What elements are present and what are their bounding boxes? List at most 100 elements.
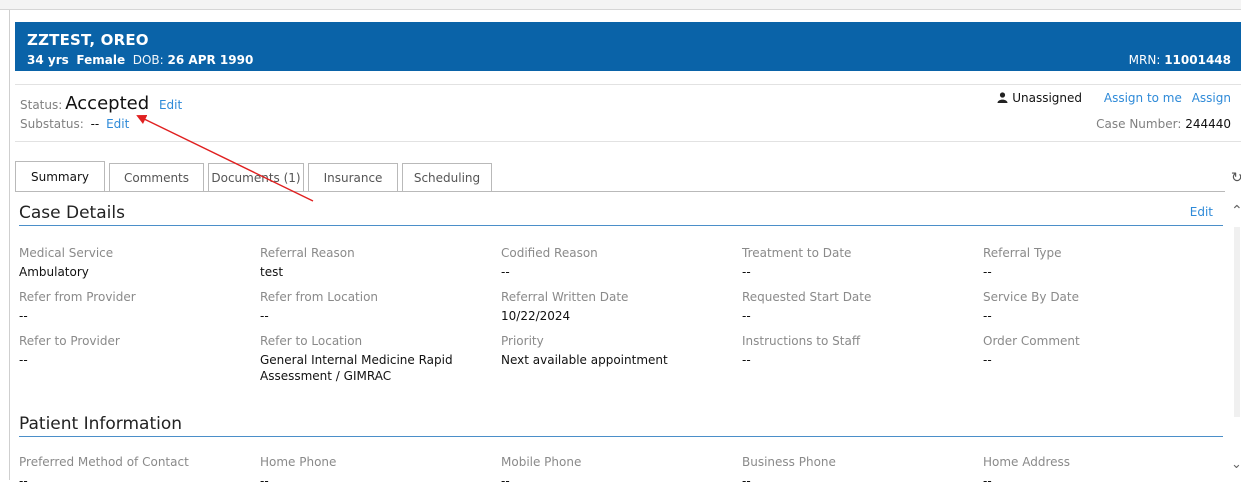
patient-information-title: Patient Information (19, 414, 183, 434)
status-line: Status: Accepted Edit (20, 93, 182, 114)
scroll-thumb[interactable] (1234, 227, 1240, 417)
assign-link[interactable]: Assign (1192, 91, 1231, 105)
status-panel: Status: Accepted Edit Substatus: -- Edit … (15, 84, 1241, 142)
field-value: -- (983, 474, 992, 488)
field-service-by-date: Service By Date -- (983, 290, 1079, 324)
tab-underline (15, 191, 1225, 192)
field-instructions-to-staff: Instructions to Staff -- (742, 334, 860, 368)
field-value: -- (19, 353, 28, 367)
patient-dob: 26 APR 1990 (167, 53, 254, 67)
mrn: MRN: 11001448 (1129, 53, 1231, 67)
scroll-up-icon[interactable]: ⌃ (1231, 203, 1241, 219)
field-treatment-to-date: Treatment to Date -- (742, 246, 851, 280)
field-label: Mobile Phone (501, 455, 582, 469)
field-value: -- (19, 474, 28, 488)
field-label: Refer from Location (260, 290, 379, 304)
field-value: -- (983, 353, 992, 367)
field-refer-from-location: Refer from Location -- (260, 290, 378, 324)
dob-label: DOB: (132, 53, 164, 67)
tab-summary[interactable]: Summary (15, 161, 105, 192)
status-value: Accepted (65, 93, 150, 114)
field-value: -- (742, 353, 751, 367)
field-requested-start-date: Requested Start Date -- (742, 290, 871, 324)
field-label: Refer from Provider (19, 290, 136, 304)
field-label: Business Phone (742, 455, 836, 469)
field-label: Requested Start Date (742, 290, 872, 304)
field-home-phone: Home Phone -- (260, 455, 336, 489)
field-label: Service By Date (983, 290, 1079, 304)
tab-insurance[interactable]: Insurance (308, 163, 398, 191)
field-value: General Internal Medicine Rapid Assessme… (260, 353, 453, 383)
field-label: Order Comment (983, 334, 1080, 348)
tab-documents[interactable]: Documents (1) (208, 163, 304, 191)
field-priority: Priority Next available appointment (501, 334, 668, 368)
case-details-edit-link[interactable]: Edit (1190, 205, 1213, 219)
patient-information-rule (19, 436, 1223, 437)
field-label: Priority (501, 334, 544, 348)
field-preferred-contact: Preferred Method of Contact -- (19, 455, 189, 489)
field-value: -- (983, 309, 992, 323)
person-icon (997, 92, 1008, 103)
field-label: Treatment to Date (742, 246, 852, 260)
tab-comments[interactable]: Comments (109, 163, 204, 191)
case-number-value: 244440 (1185, 117, 1231, 131)
patient-sex: Female (76, 53, 126, 67)
case-number: Case Number: 244440 (1096, 117, 1231, 131)
field-referral-reason: Referral Reason test (260, 246, 355, 280)
substatus-line: Substatus: -- Edit (20, 117, 129, 131)
field-value: Ambulatory (19, 265, 89, 279)
substatus-value: -- (90, 117, 100, 131)
substatus-edit-link[interactable]: Edit (106, 117, 129, 131)
field-value: 10/22/2024 (501, 309, 571, 323)
field-value: -- (501, 474, 510, 488)
field-label: Codified Reason (501, 246, 598, 260)
field-home-address: Home Address -- (983, 455, 1070, 489)
field-value: Next available appointment (501, 353, 668, 367)
field-value: test (260, 265, 284, 279)
mrn-label: MRN: (1128, 53, 1161, 67)
assignee: Unassigned (997, 91, 1085, 105)
field-medical-service: Medical Service Ambulatory (19, 246, 113, 280)
patient-age: 34 yrs (27, 53, 69, 67)
case-number-label: Case Number: (1096, 117, 1182, 131)
field-label: Refer to Provider (19, 334, 120, 348)
field-label: Referral Reason (260, 246, 355, 260)
field-value: -- (501, 265, 510, 279)
scrollbar[interactable]: ⌃ ⌄ (1231, 197, 1241, 480)
status-edit-link[interactable]: Edit (159, 98, 182, 112)
field-order-comment: Order Comment -- (983, 334, 1080, 368)
field-value: -- (983, 265, 992, 279)
scroll-down-icon[interactable]: ⌄ (1231, 457, 1241, 472)
patient-banner: ZZTEST, OREO 34 yrs Female DOB: 26 APR 1… (15, 22, 1241, 71)
field-label: Referral Type (983, 246, 1062, 260)
field-codified-reason: Codified Reason -- (501, 246, 598, 280)
field-value: -- (742, 474, 751, 488)
content-frame (9, 10, 1241, 480)
field-mobile-phone: Mobile Phone -- (501, 455, 581, 489)
case-details-title: Case Details (19, 203, 125, 223)
field-refer-to-location: Refer to Location General Internal Medic… (260, 334, 460, 384)
field-label: Instructions to Staff (742, 334, 861, 348)
field-value: -- (742, 309, 751, 323)
field-refer-from-provider: Refer from Provider -- (19, 290, 136, 324)
field-label: Home Address (983, 455, 1071, 469)
patient-name: ZZTEST, OREO (27, 31, 149, 49)
field-value: -- (19, 309, 28, 323)
assignee-name: Unassigned (1012, 91, 1083, 105)
field-label: Medical Service (19, 246, 114, 260)
field-referral-written-date: Referral Written Date 10/22/2024 (501, 290, 628, 324)
field-label: Referral Written Date (501, 290, 629, 304)
tab-scheduling[interactable]: Scheduling (402, 163, 492, 191)
window-top-strip (0, 0, 1241, 10)
field-label: Preferred Method of Contact (19, 455, 189, 469)
field-refer-to-provider: Refer to Provider -- (19, 334, 120, 368)
field-referral-type: Referral Type -- (983, 246, 1062, 280)
assign-to-me-link[interactable]: Assign to me (1104, 91, 1182, 105)
field-value: -- (742, 265, 751, 279)
status-label: Status: (20, 98, 63, 112)
refresh-icon[interactable]: ↻ (1231, 170, 1241, 186)
field-label: Refer to Location (260, 334, 363, 348)
field-value: -- (260, 309, 269, 323)
assignment-controls: Unassigned Assign to me Assign (997, 91, 1231, 105)
mrn-value: 11001448 (1164, 53, 1231, 67)
